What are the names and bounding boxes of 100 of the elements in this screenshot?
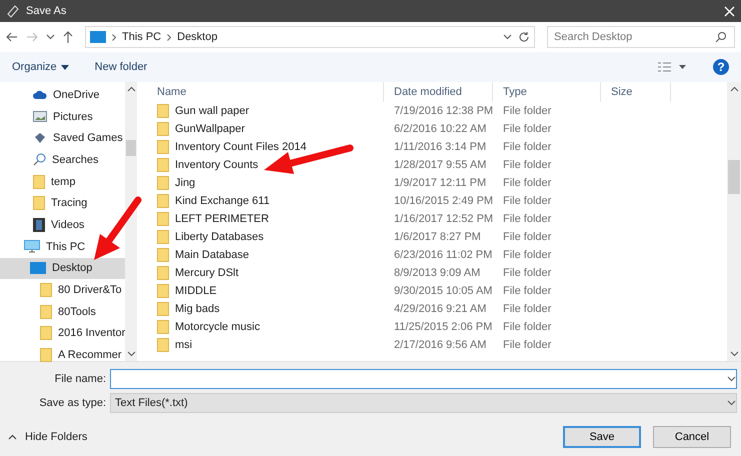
type-cell-text: File folder (502, 267, 552, 279)
file-name[interactable]: Gun wall paper (147, 104, 384, 118)
chevron-icon[interactable] (730, 86, 738, 92)
chevron-icon[interactable] (503, 34, 512, 40)
computer-icon (24, 240, 40, 254)
type-cell-text: File folder (502, 123, 552, 135)
folder-icon (157, 338, 169, 352)
file-name[interactable]: Motorcycle music (147, 320, 384, 334)
search-field[interactable]: Search Desktop (547, 26, 735, 48)
scrollbar[interactable] (727, 82, 741, 361)
file-name[interactable]: GunWallpaper (147, 122, 384, 136)
type-cell-text: File folder (502, 249, 552, 261)
folder-icon (40, 348, 52, 362)
cancel-button[interactable]: Cancel (653, 426, 731, 448)
up-arrow-icon[interactable] (63, 31, 73, 43)
folder-icon (33, 174, 45, 189)
cloud-icon (33, 90, 47, 100)
close-icon[interactable] (724, 6, 735, 16)
file-name[interactable]: msi (147, 338, 384, 352)
file-name[interactable]: Inventory Counts (147, 158, 384, 172)
window-title: Save As (26, 5, 68, 17)
organize-menu[interactable]: Organize (12, 61, 69, 73)
chevron-icon (112, 34, 116, 40)
view-options-icon[interactable] (657, 61, 687, 73)
file-name[interactable]: Kind Exchange 611 (147, 194, 384, 208)
column-header[interactable]: Type (493, 82, 601, 102)
hide-folders-toggle[interactable]: Hide Folders (8, 431, 88, 443)
date-cell-text: 11/25/2015 2:06 PM (393, 321, 492, 333)
field-label: Save as type: (38, 397, 107, 409)
help-icon[interactable]: ? (713, 59, 729, 75)
nav-item[interactable]: 80Tools (0, 300, 126, 323)
scrollbar-thumb[interactable] (728, 160, 740, 194)
file-name[interactable]: Inventory Count Files 2014 (147, 140, 384, 154)
file-name[interactable]: LEFT PERIMETER (147, 212, 384, 226)
notepad-icon (6, 4, 20, 18)
picture-icon (33, 111, 47, 122)
type-cell-text: File folder (502, 231, 552, 243)
chevron-icon[interactable] (46, 34, 55, 40)
nav-item[interactable]: Searches (0, 149, 126, 171)
folder-icon (40, 326, 52, 340)
file-name[interactable]: Liberty Databases (147, 230, 384, 244)
search-icon (33, 153, 46, 166)
folder-icon (157, 266, 169, 280)
type-cell-text: File folder (502, 105, 552, 117)
new-folder-button[interactable]: New folder (94, 61, 148, 73)
column-header[interactable]: Date modified (384, 82, 493, 102)
file-name[interactable]: Mig bads (147, 302, 384, 316)
scrollbar-thumb[interactable] (126, 140, 136, 156)
address-bar[interactable]: This PC Desktop (85, 26, 535, 48)
breadcrumb[interactable]: Desktop (177, 31, 218, 43)
folder-icon (157, 176, 169, 190)
save-type-dropdown[interactable]: Text Files(*.txt) (110, 393, 737, 413)
back-arrow-icon[interactable] (6, 32, 18, 42)
nav-item[interactable]: 80 Driver&To (0, 279, 126, 301)
folder-icon (40, 304, 52, 319)
nav-item[interactable]: Saved Games (0, 127, 126, 150)
column-header[interactable]: Size (601, 82, 671, 102)
nav-item[interactable]: This PC (0, 236, 126, 258)
folder-icon (157, 104, 169, 118)
folder-icon (157, 194, 169, 208)
film-icon (33, 218, 45, 232)
folder-icon (33, 196, 45, 210)
date-cell-text: 8/9/2013 9:09 AM (393, 267, 480, 279)
file-name[interactable]: Jing (147, 176, 384, 190)
date-cell-text: 10/16/2015 2:49 PM (393, 195, 494, 207)
file-name[interactable]: Main Database (147, 248, 384, 262)
scrollbar[interactable] (125, 82, 137, 361)
file-name-field[interactable] (110, 369, 737, 389)
chevron-icon[interactable] (727, 376, 736, 382)
type-cell-text: File folder (502, 321, 552, 333)
file-name[interactable]: Mercury DSlt (147, 266, 384, 280)
nav-item[interactable]: Desktop (0, 258, 126, 280)
nav-item[interactable]: OneDrive (0, 84, 126, 106)
nav-item[interactable]: temp (0, 170, 126, 192)
date-cell-text: 2/17/2016 9:56 AM (393, 339, 486, 351)
date-cell-text: 9/30/2015 10:05 AM (393, 285, 492, 297)
search-icon (715, 31, 727, 43)
nav-item[interactable]: Tracing (0, 192, 126, 214)
column-header[interactable]: Name (147, 82, 384, 102)
chevron-icon[interactable] (730, 351, 738, 357)
breadcrumb[interactable]: This PC (122, 31, 162, 43)
chevron-icon[interactable] (727, 400, 736, 406)
chevron-icon (8, 434, 17, 440)
folder-icon (157, 248, 169, 262)
refresh-icon[interactable] (518, 31, 530, 43)
chevron-icon[interactable] (126, 351, 136, 357)
field-label: File name: (54, 373, 107, 385)
nav-item[interactable]: Videos (0, 214, 126, 236)
type-cell-text: File folder (502, 159, 552, 171)
file-name[interactable]: MIDDLE (147, 284, 384, 298)
date-cell-text: 1/6/2017 8:27 PM (393, 231, 481, 243)
nav-item[interactable]: 2016 Inventor (0, 322, 126, 344)
date-cell-text: 1/16/2017 12:52 PM (393, 213, 494, 225)
date-cell-text: 7/19/2016 12:38 PM (393, 105, 494, 117)
desktop-icon (30, 262, 46, 274)
save-button[interactable]: Save (563, 426, 641, 448)
nav-item[interactable]: Pictures (0, 106, 126, 128)
chevron-icon[interactable] (126, 86, 136, 92)
date-cell-text: 1/11/2016 3:14 PM (393, 141, 486, 153)
nav-item[interactable]: A Recommer (0, 344, 126, 366)
